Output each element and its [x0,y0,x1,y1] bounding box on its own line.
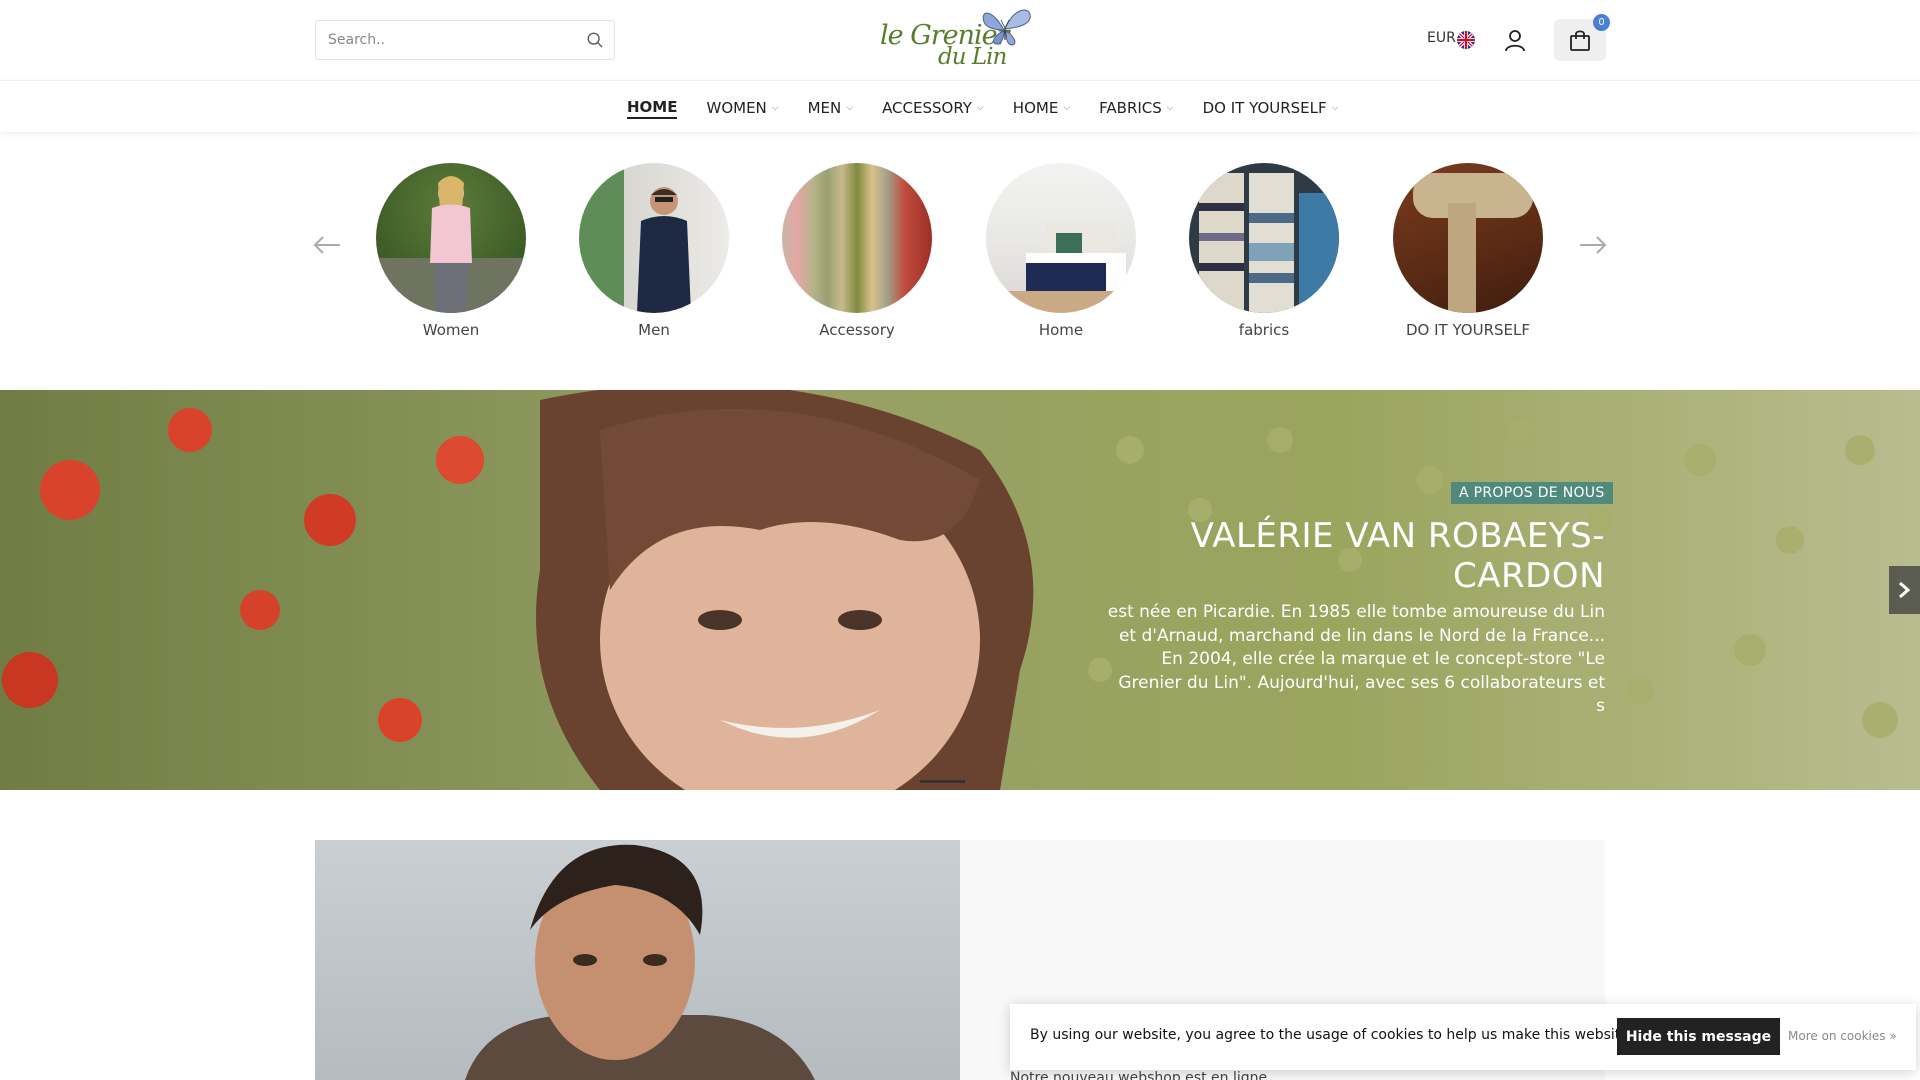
promo-image[interactable] [315,840,960,1080]
category-diy[interactable]: DO IT YOURSELF [1393,163,1543,339]
nav-item-home[interactable]: HOME [627,97,678,119]
category-image-accessory[interactable] [782,163,932,313]
category-fabrics[interactable]: fabrics [1189,163,1339,339]
category-men[interactable]: Men [579,163,729,339]
hide-cookie-message-button[interactable]: Hide this message [1617,1018,1780,1055]
chevron-down-icon: ⌵ [1063,103,1071,113]
category-label: Men [638,321,670,339]
nav-item-women[interactable]: WOMEN ⌵ [706,97,778,119]
search-icon[interactable] [586,31,604,49]
man-figure-icon [637,187,691,313]
search-box[interactable] [315,20,615,60]
hero-banner [0,390,1920,790]
chevron-down-icon: ⌵ [771,103,779,113]
category-image-men[interactable] [579,163,729,313]
woman-figure-icon [376,176,526,313]
nav-item-men[interactable]: MEN ⌵ [808,97,853,119]
cookie-message: By using our website, you agree to the u… [1030,1027,1680,1043]
arrow-left-icon[interactable] [311,232,343,258]
category-image-diy[interactable] [1393,163,1543,313]
nav-item-label: ACCESSORY [882,99,972,117]
hero-text: est née en Picardie. En 1985 elle tombe … [1107,602,1605,716]
category-label: Women [422,321,480,339]
nav-item-fabrics[interactable]: FABRICS ⌵ [1099,97,1173,119]
category-label: Accessory [819,321,895,339]
category-accessory[interactable]: Accessory [782,163,932,339]
category-women[interactable]: Women [376,163,526,339]
hero-next-button[interactable] [1889,566,1920,614]
category-image-women[interactable] [376,163,526,313]
category-label: Home [1038,321,1084,339]
nav-item-diy[interactable]: DO IT YOURSELF ⌵ [1203,97,1339,119]
more-on-cookies-link[interactable]: More on cookies » [1788,1029,1897,1043]
hero-tag: A PROPOS DE NOUS [1451,482,1613,504]
cookie-notice: By using our website, you agree to the u… [1010,1004,1916,1070]
chevron-down-icon: ⌵ [1331,103,1339,113]
cart-count-badge: 0 [1593,14,1610,31]
nav-item-label: FABRICS [1099,99,1162,117]
hero-image [0,390,1920,790]
site-header: le Grenier du Lin EUR 0 [0,0,1920,80]
category-label: DO IT YOURSELF [1405,321,1530,339]
user-account-icon[interactable] [1503,28,1527,52]
nav-item-accessory[interactable]: ACCESSORY ⌵ [882,97,984,119]
shopping-bag-icon [1570,30,1590,51]
site-logo[interactable]: le Grenier du Lin [878,4,1038,70]
chevron-down-icon: ⌵ [976,103,984,113]
butterfly-icon [982,9,1031,46]
man-portrait-image [465,844,815,1080]
chevron-down-icon: ⌵ [846,103,854,113]
currency-selector[interactable]: EUR [1427,30,1456,46]
category-image-fabrics[interactable] [1189,163,1339,313]
nav-item-label: DO IT YOURSELF [1202,99,1327,117]
hero-slide-indicator[interactable] [920,780,965,783]
main-navigation: HOME WOMEN ⌵ MEN ⌵ ACCESSORY ⌵ HOME ⌵ FABRIC… [0,80,1920,132]
rope-icon [1413,173,1533,313]
uk-flag-icon[interactable] [1457,31,1475,49]
nav-item-label: MEN [807,99,842,117]
chevron-right-icon [1899,581,1911,599]
nav-item-label: WOMEN [706,99,767,117]
nav-item-label: HOME [627,98,678,116]
nav-item-label: HOME [1012,99,1059,117]
promo-text: Notre nouveau webshop est en ligne [1010,1070,1268,1080]
category-image-home[interactable] [986,163,1136,313]
nav-list: HOME WOMEN ⌵ MEN ⌵ ACCESSORY ⌵ HOME ⌵ FABRIC… [627,97,1367,119]
fabric-rolls-icon [1199,173,1339,313]
arrow-right-icon[interactable] [1577,232,1609,258]
nav-item-home-dropdown[interactable]: HOME ⌵ [1013,97,1070,119]
search-input[interactable] [328,21,568,59]
hero-title: VALÉRIE VAN ROBAEYS-CARDON [1190,516,1605,596]
category-label: fabrics [1238,321,1290,339]
category-home[interactable]: Home [986,163,1136,339]
chevron-down-icon: ⌵ [1166,103,1174,113]
bed-icon [986,223,1136,313]
